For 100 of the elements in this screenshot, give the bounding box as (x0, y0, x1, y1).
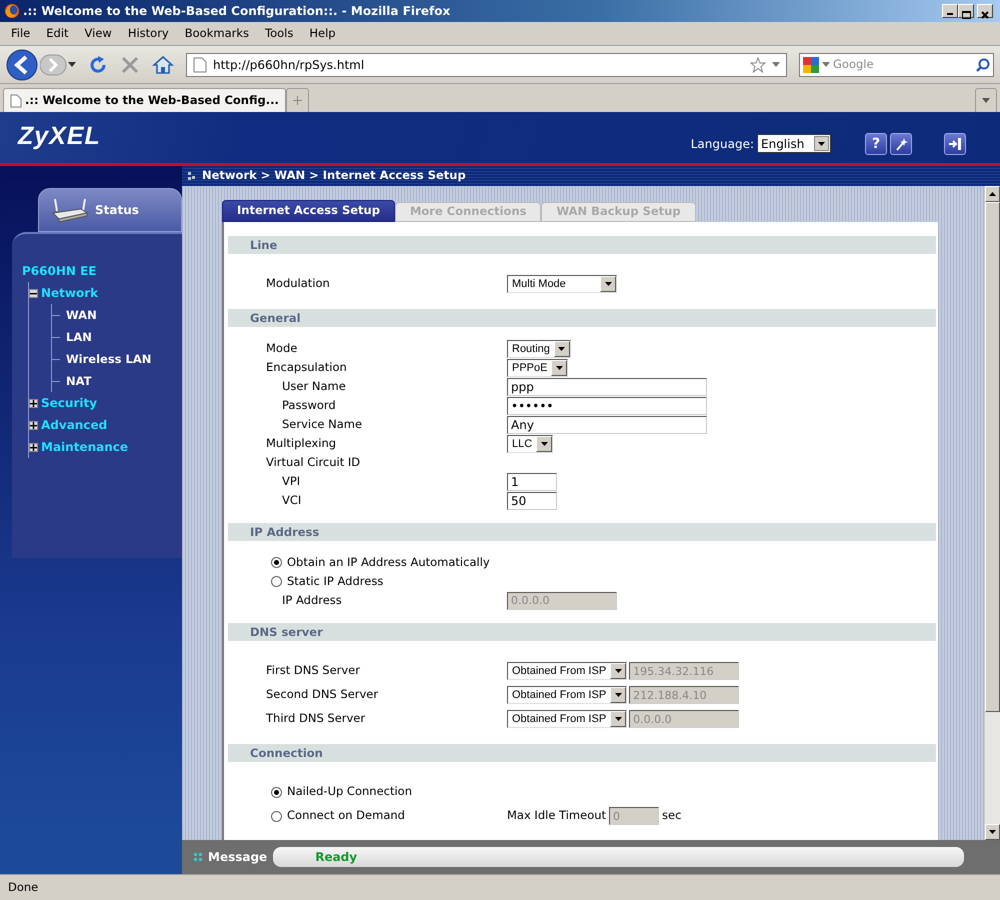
field-label: Mode (266, 340, 298, 355)
input-field[interactable]: 1 (507, 472, 557, 490)
browser-tab[interactable]: .:: Welcome to the Web-Based Config... (3, 88, 286, 112)
tree-item[interactable]: Network (41, 282, 98, 304)
language-label: Language: (690, 136, 754, 152)
close-icon (981, 10, 989, 19)
option-label: Obtain an IP Address Automatically (287, 554, 490, 571)
caret-icon (614, 717, 622, 721)
tree-item[interactable]: NAT (66, 370, 92, 392)
input-field[interactable]: •••••• (507, 396, 707, 414)
logout-button[interactable] (944, 132, 966, 154)
field-label: Max Idle Timeout (507, 807, 606, 824)
field-label: VPI (282, 474, 300, 488)
search-engine-icon[interactable] (803, 56, 819, 72)
caret-icon (556, 366, 563, 370)
menu-item[interactable]: Tools (257, 24, 302, 42)
minimize-button[interactable] (942, 4, 958, 18)
field-label: First DNS Server (266, 663, 360, 678)
caret-up-icon (989, 192, 996, 196)
option-label: Static IP Address (287, 572, 384, 590)
caret-icon (558, 346, 566, 350)
section-header: General (228, 309, 936, 327)
status-tab[interactable]: Status (38, 188, 182, 232)
tree-item[interactable]: WAN (66, 304, 97, 326)
wizard-button[interactable] (890, 132, 912, 154)
menu-item[interactable]: View (76, 24, 120, 42)
field-label: Password (282, 398, 336, 412)
input-field[interactable]: Any (507, 416, 707, 434)
tree-item[interactable]: LAN (66, 326, 92, 348)
menu-item[interactable]: Help (301, 24, 344, 42)
close-button[interactable] (977, 4, 993, 18)
expand-icon[interactable] (29, 398, 38, 408)
menu-item[interactable]: Bookmarks (176, 24, 257, 42)
tree-item[interactable]: Wireless LAN (66, 348, 152, 370)
field-label: Service Name (282, 416, 362, 431)
input-field[interactable]: 50 (507, 492, 557, 510)
bullet-icon (188, 172, 196, 180)
section-header: Line (228, 236, 936, 254)
unit-label: sec (662, 807, 682, 824)
tree-item[interactable]: Security (41, 392, 98, 414)
field-label: IP Address (282, 592, 342, 607)
language-select[interactable]: English (757, 134, 831, 153)
caret-icon (614, 669, 622, 673)
dropdown-caret-icon[interactable] (822, 62, 830, 68)
caret-down-icon (989, 830, 996, 834)
plus-icon (292, 96, 302, 105)
select-field[interactable]: PPPoE (507, 358, 568, 376)
expand-icon[interactable] (29, 420, 38, 430)
scroll-thumb[interactable] (985, 202, 1000, 712)
scroll-up-button[interactable] (985, 186, 1000, 202)
dropdown-caret-icon[interactable] (68, 62, 76, 68)
search-icon[interactable] (976, 58, 990, 72)
select-field[interactable]: LLC (507, 434, 554, 452)
menu-item[interactable]: History (120, 24, 177, 42)
breadcrumb: Network > WAN > Internet Access Setup (202, 167, 466, 184)
caret-icon (818, 142, 825, 146)
home-icon[interactable] (152, 54, 174, 74)
tree-root[interactable]: P660HN EE (22, 260, 182, 282)
field-label: Second DNS Server (266, 687, 378, 702)
caret-icon (540, 442, 548, 446)
radio-button[interactable] (271, 557, 282, 568)
bullet-icon (194, 853, 202, 861)
radio-button[interactable] (271, 786, 282, 798)
menu-item[interactable]: File (3, 24, 38, 42)
option-label: Nailed-Up Connection (287, 783, 412, 800)
reload-icon[interactable] (88, 54, 108, 74)
tree-item[interactable]: Maintenance (41, 436, 128, 458)
field-label: Encapsulation (266, 360, 347, 374)
tree-item[interactable]: Advanced (41, 414, 108, 436)
tab-list-button[interactable] (975, 88, 997, 112)
message-text: Ready (273, 847, 964, 867)
page-tab[interactable]: Internet Access Setup (222, 200, 395, 222)
expand-icon[interactable] (29, 442, 38, 452)
field-label: Modulation (266, 276, 330, 290)
field-label: Third DNS Server (266, 711, 366, 726)
select-field[interactable]: Routing (507, 340, 571, 358)
section-header: IP Address (228, 523, 936, 541)
dropdown-caret-icon[interactable] (772, 62, 780, 68)
field-label: User Name (282, 378, 346, 393)
page-icon (10, 94, 22, 108)
maximize-button[interactable] (958, 4, 974, 18)
menu-item[interactable]: Edit (38, 24, 77, 42)
wand-icon (894, 136, 908, 150)
input-field[interactable]: ppp (507, 378, 707, 396)
field-label: Multiplexing (266, 436, 336, 450)
caret-icon (604, 282, 612, 286)
page-icon (193, 56, 207, 72)
dropdown-caret-icon (982, 98, 990, 104)
radio-button[interactable] (271, 576, 282, 587)
select-field[interactable]: Multi Mode (507, 275, 617, 293)
maximize-icon (962, 10, 970, 19)
collapse-icon[interactable] (29, 288, 38, 298)
caret-icon (614, 693, 622, 697)
back-button[interactable] (6, 48, 40, 80)
bookmark-star-icon[interactable] (750, 56, 766, 72)
message-label: Message (208, 849, 268, 866)
help-button[interactable]: ? (865, 132, 887, 154)
firefox-icon (4, 3, 20, 19)
scroll-down-button[interactable] (985, 824, 1000, 840)
logo-text: ZyXEL (16, 121, 102, 152)
